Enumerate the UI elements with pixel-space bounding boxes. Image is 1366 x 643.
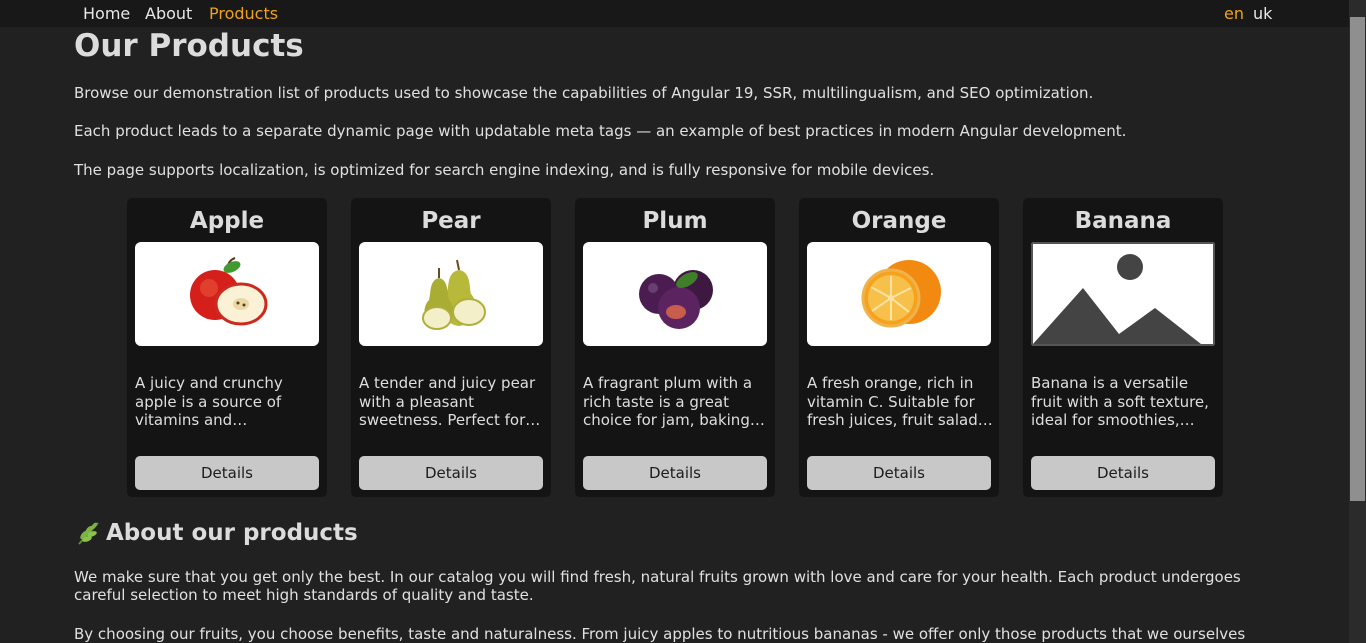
product-title: Banana <box>1074 208 1172 234</box>
language-switch-uk[interactable]: uk <box>1253 5 1272 23</box>
intro-paragraph: Each product leads to a separate dynamic… <box>74 122 1127 140</box>
product-card-apple: Apple A juicy and crunchy apple is a sou… <box>127 198 327 497</box>
product-card-pear: Pear A tender and juicy pear with a plea… <box>351 198 551 497</box>
image-placeholder-icon <box>1031 242 1215 346</box>
product-card-plum: Plum A fragrant plum with a rich taste i… <box>575 198 775 497</box>
product-card-orange: Orange A fresh orange, rich in vitamin C… <box>799 198 999 497</box>
product-description: A juicy and crunchy apple is a source of… <box>135 374 283 429</box>
language-switch-en[interactable]: en <box>1224 5 1244 23</box>
details-button[interactable]: Details <box>807 456 991 490</box>
product-description: A fragrant plum with a rich taste is a g… <box>583 374 753 429</box>
about-paragraph: We make sure that you get only the best.… <box>74 568 1241 604</box>
herb-icon <box>78 522 99 545</box>
pear-image <box>359 242 543 346</box>
scrollbar-thumb[interactable] <box>1350 17 1365 501</box>
about-title-text: About our products <box>106 520 358 546</box>
nav-link-about[interactable]: About <box>145 5 192 23</box>
details-button[interactable]: Details <box>135 456 319 490</box>
orange-image <box>807 242 991 346</box>
product-title: Pear <box>421 208 481 234</box>
about-heading: About our products <box>76 517 358 549</box>
product-description: Banana is a versatile fruit with a soft … <box>1031 374 1209 429</box>
product-description: A tender and juicy pear with a pleasant … <box>359 374 536 429</box>
intro-paragraph: The page supports localization, is optim… <box>74 161 935 179</box>
page: Home About Products en uk Our Products B… <box>0 0 1366 643</box>
nav-link-home[interactable]: Home <box>83 5 130 23</box>
intro-paragraph: Browse our demonstration list of product… <box>74 84 1094 102</box>
about-paragraph: By choosing our fruits, you choose benef… <box>74 625 1246 643</box>
details-button[interactable]: Details <box>1031 456 1215 490</box>
details-button[interactable]: Details <box>583 456 767 490</box>
apple-image <box>135 242 319 346</box>
details-button[interactable]: Details <box>359 456 543 490</box>
product-title: Orange <box>851 208 947 234</box>
product-card-banana: Banana Banana is a versatile fruit with … <box>1023 198 1223 497</box>
page-title: Our Products <box>74 28 304 64</box>
nav-link-products[interactable]: Products <box>209 5 278 23</box>
top-navbar: Home About Products en uk <box>0 0 1349 27</box>
product-title: Plum <box>642 208 708 234</box>
product-description: A fresh orange, rich in vitamin C. Suita… <box>807 374 986 429</box>
product-title: Apple <box>189 208 265 234</box>
vertical-scrollbar[interactable] <box>1349 0 1366 643</box>
plum-image <box>583 242 767 346</box>
